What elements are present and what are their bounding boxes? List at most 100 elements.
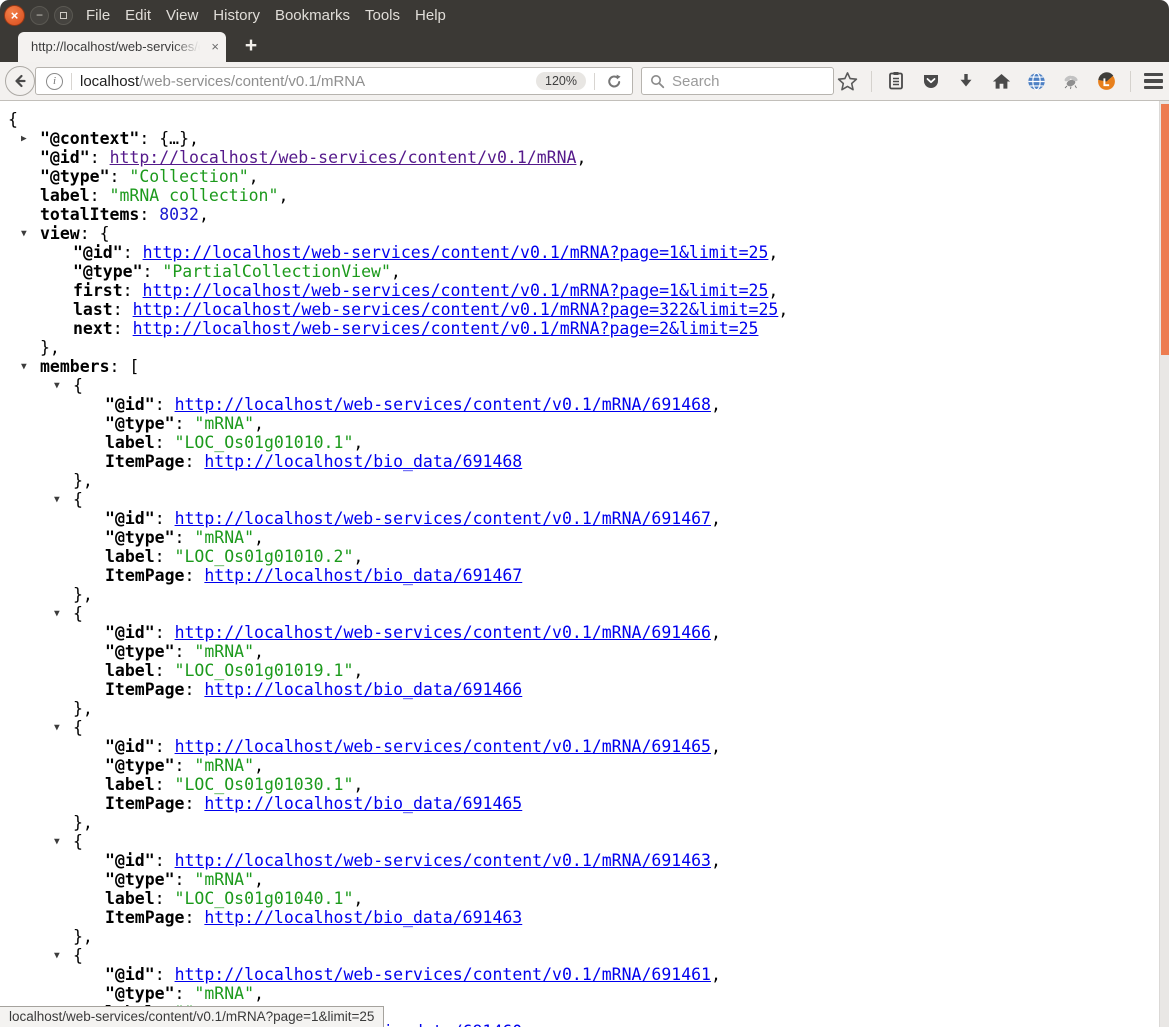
menubar: File Edit View History Bookmarks Tools H…	[86, 7, 446, 24]
json-line: labelLOC_Os01g01030.1	[0, 775, 1169, 794]
json-link[interactable]: http://localhost/web-services/content/v0…	[143, 281, 769, 300]
expand-toggle[interactable]: ▼	[54, 832, 60, 851]
toolbar-icons	[836, 67, 1163, 95]
json-key: members	[40, 357, 110, 376]
json-link[interactable]: http://localhost/bio_data/691466	[204, 680, 522, 699]
menu-button[interactable]	[1144, 73, 1163, 90]
expand-toggle[interactable]: ▼	[21, 357, 27, 376]
members-list: ▼{ @idhttp://localhost/web-services/cont…	[0, 376, 1169, 1027]
expand-toggle[interactable]: ▼	[54, 490, 60, 509]
menu-item-help[interactable]: Help	[415, 7, 446, 24]
json-link[interactable]: http://localhost/web-services/content/v0…	[175, 737, 711, 756]
json-line: @idhttp://localhost/web-services/content…	[0, 509, 1169, 528]
json-link[interactable]: http://localhost/bio_data/691467	[204, 566, 522, 585]
collapsed-object[interactable]: {…}	[159, 129, 189, 148]
json-line: },	[0, 585, 1169, 604]
urlbar-divider2	[594, 73, 595, 90]
json-line: @idhttp://localhost/web-services/content…	[0, 623, 1169, 642]
json-link[interactable]: http://localhost/bio_data/691468	[204, 452, 522, 471]
expand-toggle[interactable]: ▼	[54, 946, 60, 965]
json-line: @typemRNA	[0, 528, 1169, 547]
fly-addon-button[interactable]	[1060, 70, 1082, 92]
json-link[interactable]: http://localhost/bio_data/691465	[204, 794, 522, 813]
json-line: @typemRNA	[0, 756, 1169, 775]
json-line: ▼members[	[0, 357, 1169, 376]
json-link[interactable]: http://localhost/web-services/content/v0…	[175, 395, 711, 414]
menu-item-bookmarks[interactable]: Bookmarks	[275, 7, 350, 24]
json-string: mRNA	[194, 870, 254, 889]
menu-item-file[interactable]: File	[86, 7, 110, 24]
page-info-icon[interactable]: i	[46, 73, 63, 90]
window-controls: × −	[4, 5, 73, 26]
reading-list-button[interactable]	[885, 70, 907, 92]
window-close-button[interactable]: ×	[4, 5, 25, 26]
expand-toggle[interactable]: ▼	[54, 718, 60, 737]
json-link[interactable]: http://localhost/web-services/content/v0…	[175, 623, 711, 642]
tab[interactable]: http://localhost/web-services/content/v0…	[18, 32, 226, 62]
new-tab-button[interactable]: +	[236, 32, 266, 60]
menu-item-tools[interactable]: Tools	[365, 7, 400, 24]
json-line: labelLOC_Os01g01019.1	[0, 661, 1169, 680]
json-line: labelmRNA collection	[0, 186, 1169, 205]
json-key: label	[105, 889, 155, 908]
json-line: ItemPagehttp://localhost/bio_data/691467	[0, 566, 1169, 585]
home-button[interactable]	[990, 70, 1012, 92]
json-key: totalItems	[40, 205, 139, 224]
expand-toggle[interactable]: ▶	[21, 129, 27, 148]
reload-button[interactable]	[603, 70, 625, 92]
icons-separator	[871, 71, 872, 92]
json-line: labelLOC_Os01g01010.1	[0, 433, 1169, 452]
url-bar[interactable]: i localhost/web-services/content/v0.1/mR…	[35, 67, 633, 95]
downloads-button[interactable]	[955, 70, 977, 92]
window-maximize-button[interactable]	[54, 6, 73, 25]
json-link[interactable]: http://localhost/web-services/content/v0…	[175, 851, 711, 870]
json-key: @id	[40, 148, 90, 167]
expand-toggle[interactable]: ▼	[21, 224, 27, 243]
json-line: ▼{	[0, 376, 1169, 395]
tab-close-icon[interactable]: ×	[211, 32, 219, 62]
expand-toggle[interactable]: ▼	[54, 376, 60, 395]
download-icon	[956, 71, 976, 91]
icons-separator2	[1130, 71, 1131, 92]
back-button[interactable]	[5, 66, 35, 96]
json-link[interactable]: http://localhost/web-services/content/v0…	[133, 300, 779, 319]
json-line: ItemPagehttp://localhost/bio_data/691468	[0, 452, 1169, 471]
json-link[interactable]: http://localhost/web-services/content/v0…	[175, 965, 711, 984]
json-link[interactable]: http://localhost/web-services/content/v0…	[110, 148, 577, 167]
json-line: @id http://localhost/web-services/content…	[0, 148, 1169, 167]
json-key: @type	[73, 262, 143, 281]
json-line: ▼{	[0, 604, 1169, 623]
json-key: ItemPage	[105, 908, 184, 927]
status-bar: localhost/web-services/content/v0.1/mRNA…	[0, 1006, 384, 1027]
json-key: @context	[40, 129, 139, 148]
json-link[interactable]: http://localhost/web-services/content/v0…	[143, 243, 769, 262]
zoom-level-badge[interactable]: 120%	[536, 72, 586, 90]
json-key: next	[73, 319, 113, 338]
json-string: Collection	[129, 167, 248, 186]
json-link[interactable]: http://localhost/bio_data/691463	[204, 908, 522, 927]
expand-toggle[interactable]: ▼	[54, 604, 60, 623]
lightbeam-addon-button[interactable]	[1095, 70, 1117, 92]
json-string: mRNA	[194, 984, 254, 1003]
menu-item-edit[interactable]: Edit	[125, 7, 151, 24]
json-string: LOC_Os01g01010.2	[175, 547, 354, 566]
scrollbar-thumb[interactable]	[1161, 104, 1169, 355]
menu-item-history[interactable]: History	[213, 7, 260, 24]
window-minimize-button[interactable]: −	[30, 6, 49, 25]
search-bar[interactable]	[641, 67, 834, 95]
json-key: @type	[40, 167, 110, 186]
url-text[interactable]: localhost/web-services/content/v0.1/mRNA	[80, 73, 536, 90]
pocket-button[interactable]	[920, 70, 942, 92]
search-input[interactable]	[672, 73, 812, 90]
clipboard-icon	[886, 71, 906, 91]
json-line: @typemRNA	[0, 642, 1169, 661]
globe-addon-button[interactable]	[1025, 70, 1047, 92]
menu-item-view[interactable]: View	[166, 7, 198, 24]
json-link[interactable]: http://localhost/web-services/content/v0…	[175, 509, 711, 528]
bookmark-star-button[interactable]	[836, 70, 858, 92]
json-line: @idhttp://localhost/web-services/content…	[0, 737, 1169, 756]
scrollbar[interactable]	[1159, 101, 1169, 1027]
json-link[interactable]: http://localhost/web-services/content/v0…	[133, 319, 759, 338]
json-line: labelLOC_Os01g01010.2	[0, 547, 1169, 566]
json-key: label	[105, 433, 155, 452]
